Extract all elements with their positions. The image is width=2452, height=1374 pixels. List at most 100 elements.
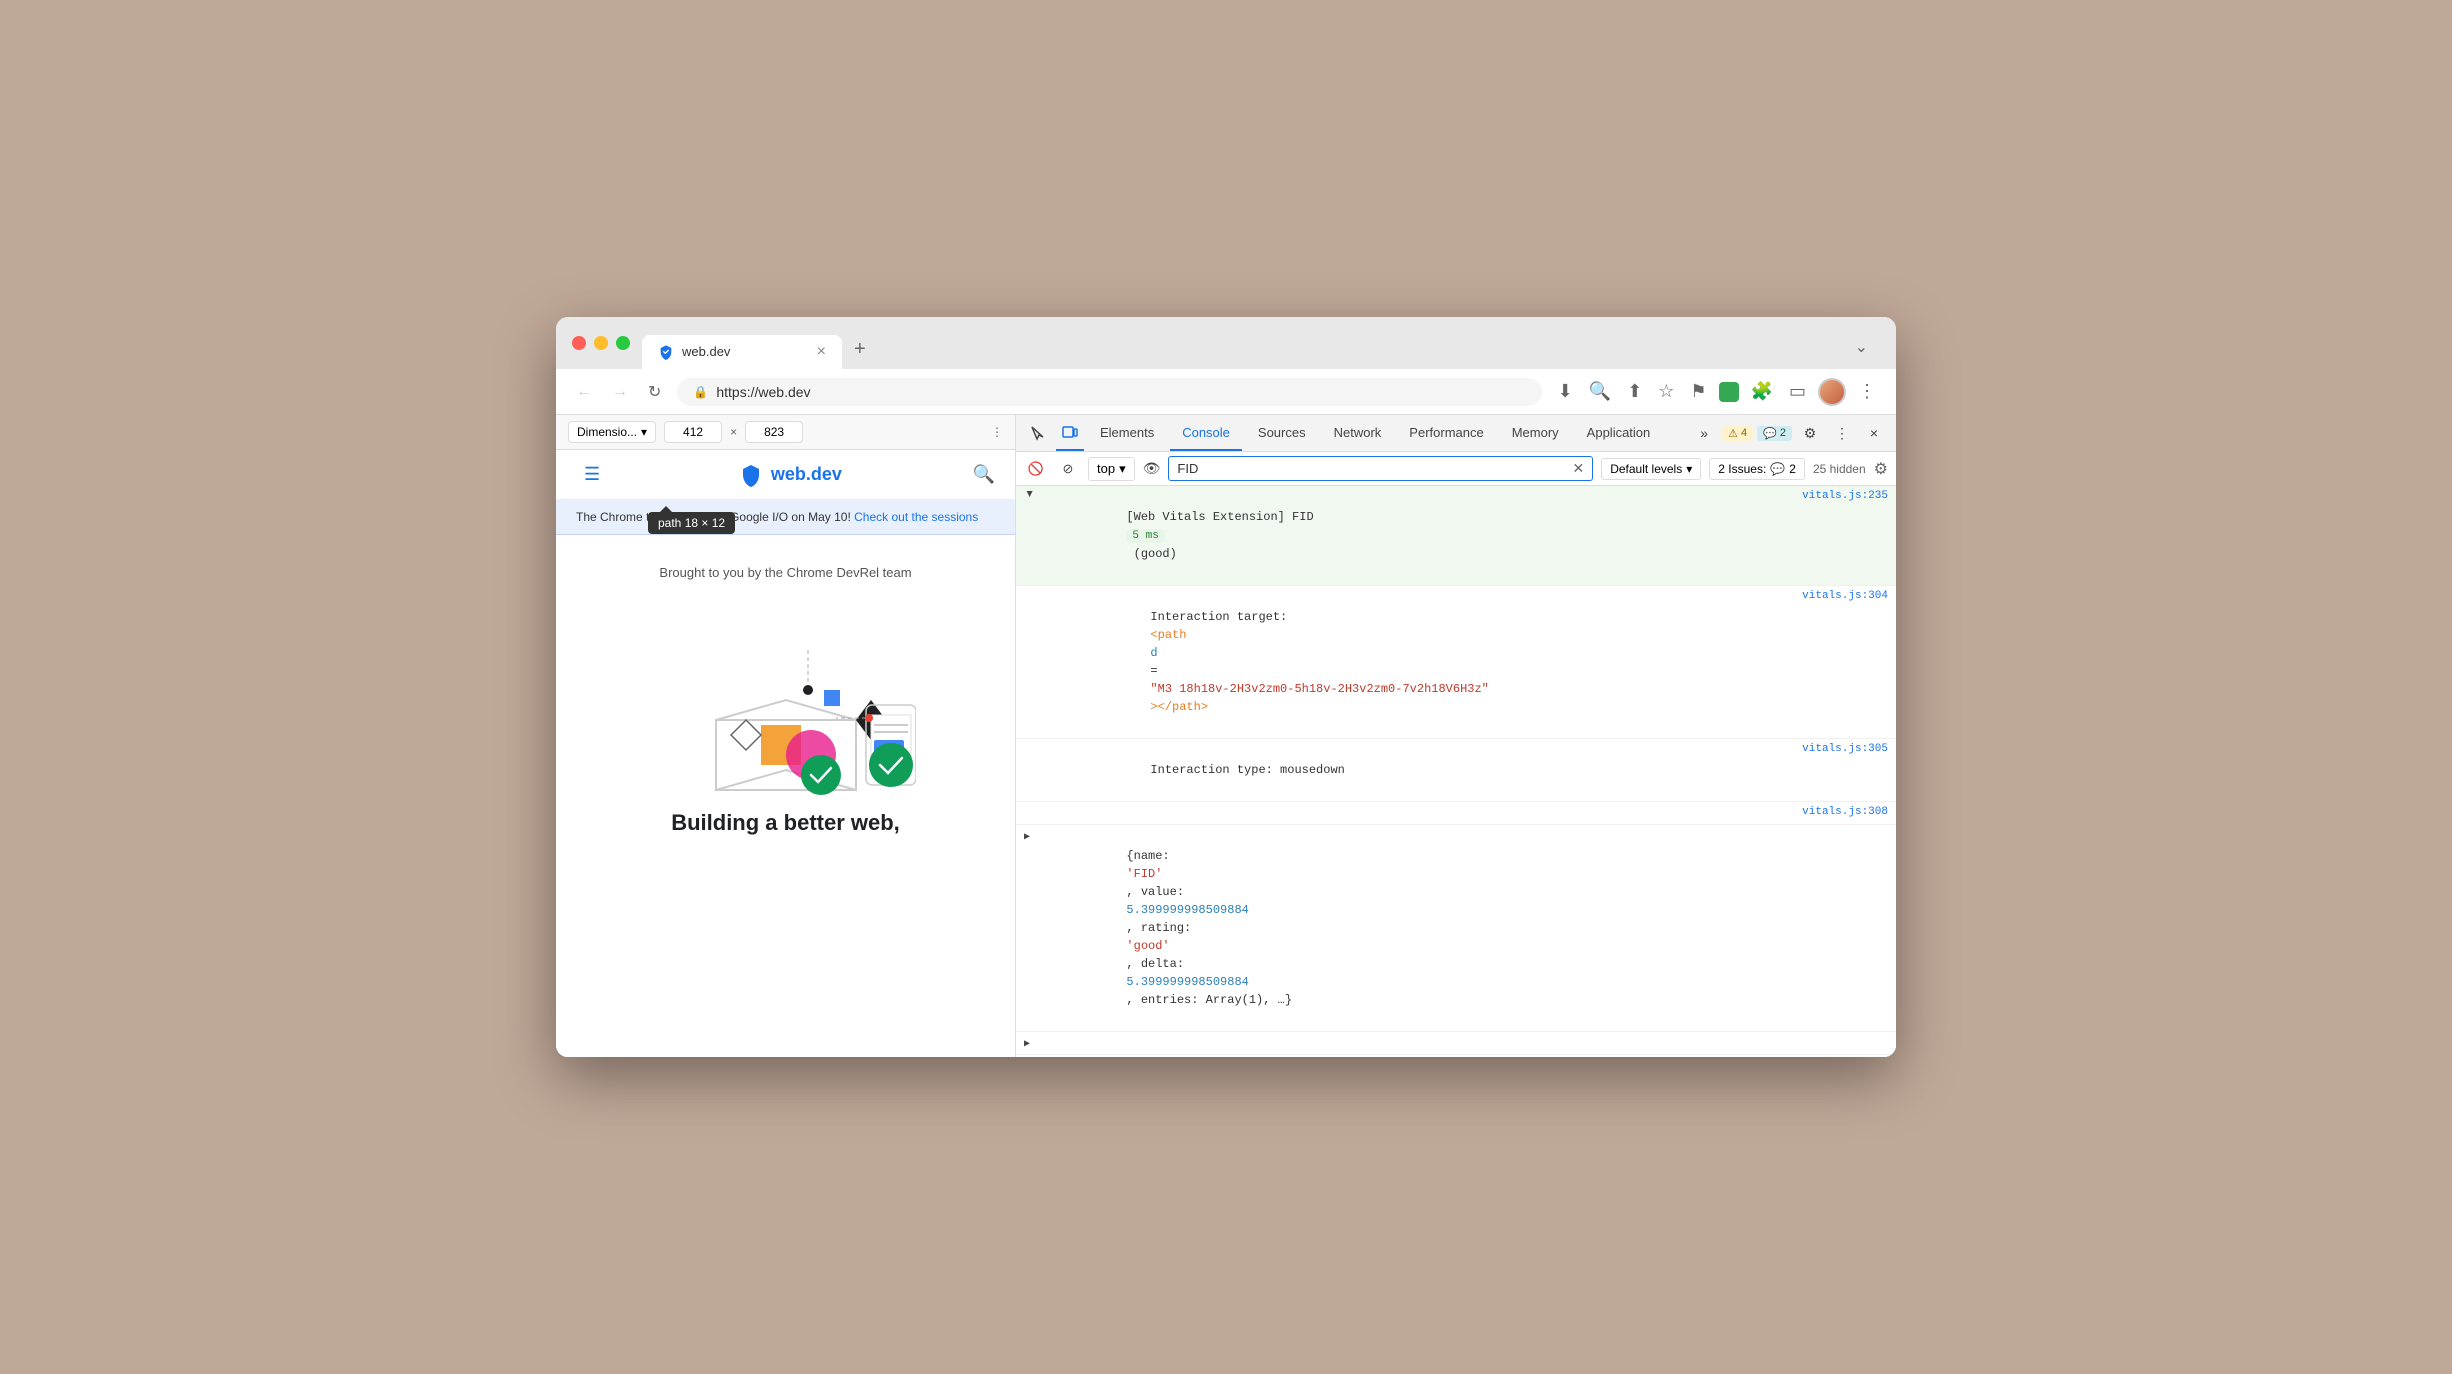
issues-badge[interactable]: 2 Issues: 💬 2 <box>1709 458 1805 480</box>
tag-open: <path <box>1150 628 1193 642</box>
tab-close-button[interactable]: × <box>817 343 826 361</box>
console-filter-toggle[interactable]: ⊘ <box>1056 457 1080 481</box>
menu-icon[interactable]: ⋮ <box>1854 377 1880 406</box>
source-link-305[interactable]: vitals.js:305 <box>1778 743 1888 755</box>
webdev-logo-text: web.dev <box>771 464 842 485</box>
download-icon[interactable]: ⬇ <box>1554 377 1577 406</box>
source-link-308[interactable]: vitals.js:308 <box>1778 806 1888 818</box>
tab-elements[interactable]: Elements <box>1088 415 1166 451</box>
hero-illustration <box>656 600 916 800</box>
obj-value-label: , value: <box>1126 885 1191 899</box>
address-bar: ← → ↻ 🔒 https://web.dev ⬇ 🔍 ⬆ ☆ ⚑ 🧩 ▭ ⋮ <box>556 369 1896 415</box>
type-label: Interaction type: mousedown <box>1150 763 1344 777</box>
devtools-more-button[interactable]: ⋮ <box>1828 415 1856 451</box>
width-input-container: 412 <box>664 421 722 443</box>
console-clear-button[interactable]: 🚫 <box>1024 457 1048 481</box>
warning-badge[interactable]: ⚠ 4 <box>1722 426 1753 441</box>
filter-input[interactable] <box>1177 461 1572 476</box>
minimize-button[interactable] <box>594 336 608 350</box>
console-output: ▶ [Web Vitals Extension] FID 5 ms (good)… <box>1016 486 1896 1057</box>
reload-button[interactable]: ↻ <box>644 378 665 406</box>
console-entry-object-text: {name: 'FID' , value: 5.399999998509884 … <box>1040 829 1888 1027</box>
chrome-notice-link[interactable]: Check out the sessions <box>854 510 978 524</box>
device-toggle-button[interactable] <box>1056 415 1084 451</box>
settings-gear-button[interactable]: ⚙ <box>1796 415 1824 451</box>
active-tab[interactable]: web.dev × <box>642 335 842 369</box>
forward-button[interactable]: → <box>608 379 632 405</box>
tag-close: ></path> <box>1150 700 1208 714</box>
back-button[interactable]: ← <box>572 379 596 405</box>
puzzle-icon[interactable]: 🧩 <box>1747 377 1777 406</box>
console-settings-button[interactable]: ⚙ <box>1874 459 1888 479</box>
hamburger-icon[interactable]: ☰ <box>584 464 600 485</box>
width-input[interactable]: 412 <box>673 425 713 439</box>
lock-icon: 🔒 <box>693 385 708 399</box>
devtools-close-button[interactable]: × <box>1860 415 1888 451</box>
context-dropdown-icon: ▾ <box>1119 461 1126 477</box>
avatar[interactable] <box>1818 378 1846 406</box>
sidebar-icon[interactable]: ▭ <box>1785 377 1810 406</box>
height-input[interactable]: 823 <box>754 425 794 439</box>
main-area: Dimensio... ▾ 412 × 823 ⋮ ☰ <box>556 415 1896 1057</box>
url-text: https://web.dev <box>716 384 810 400</box>
dimension-label: Dimensio... <box>577 425 637 439</box>
close-button[interactable] <box>572 336 586 350</box>
obj-value-num: 5.399999998509884 <box>1126 903 1248 917</box>
tab-memory[interactable]: Memory <box>1500 415 1571 451</box>
tooltip-text: path 18 × 12 <box>658 516 725 530</box>
issues-count: 2 <box>1789 462 1796 476</box>
maximize-button[interactable] <box>616 336 630 350</box>
device-toolbar: Dimensio... ▾ 412 × 823 ⋮ <box>556 415 1015 450</box>
console-filter-bar[interactable]: ✕ <box>1168 456 1593 481</box>
zoom-icon[interactable]: 🔍 <box>1585 377 1615 406</box>
console-entry-type-text: Interaction type: mousedown <box>1064 743 1774 797</box>
console-entry-type: ▶ Interaction type: mousedown vitals.js:… <box>1016 739 1896 802</box>
obj-open: {name: <box>1126 849 1176 863</box>
dimension-separator: × <box>730 425 737 439</box>
url-bar[interactable]: 🔒 https://web.dev <box>677 378 1541 406</box>
obj-name-val: 'FID' <box>1126 867 1162 881</box>
cursor-icon <box>1030 425 1046 441</box>
dimension-selector[interactable]: Dimensio... ▾ <box>568 421 656 443</box>
obj-rating-val: 'good' <box>1126 939 1169 953</box>
entry-prefix: [Web Vitals Extension] FID <box>1126 510 1320 524</box>
tab-application[interactable]: Application <box>1575 415 1663 451</box>
expand-arrow-object[interactable]: ▶ <box>1024 829 1036 843</box>
source-link-304[interactable]: vitals.js:304 <box>1778 590 1888 602</box>
device-more-button[interactable]: ⋮ <box>991 425 1003 439</box>
path-tooltip: path 18 × 12 <box>648 512 735 534</box>
tab-favicon-icon <box>658 344 674 360</box>
tab-console[interactable]: Console <box>1170 415 1242 451</box>
bookmark-icon[interactable]: ☆ <box>1654 377 1678 406</box>
source-link-235[interactable]: vitals.js:235 <box>1778 490 1888 502</box>
webdev-logo[interactable]: web.dev <box>739 463 842 487</box>
traffic-lights <box>572 336 630 362</box>
tab-performance[interactable]: Performance <box>1397 415 1495 451</box>
tab-sources[interactable]: Sources <box>1246 415 1318 451</box>
level-selector[interactable]: Default levels ▾ <box>1601 458 1701 480</box>
filter-clear-button[interactable]: ✕ <box>1572 460 1584 477</box>
obj-rating-label: , rating: <box>1126 921 1198 935</box>
more-tabs-button[interactable]: » <box>1690 415 1718 451</box>
console-prompt-input[interactable] <box>1040 1036 1888 1050</box>
nav-hint: ☰ <box>576 462 608 487</box>
context-selector[interactable]: top ▾ <box>1088 457 1135 481</box>
extension-green-icon[interactable] <box>1719 382 1739 402</box>
webpage-search-button[interactable]: 🔍 <box>973 464 995 485</box>
new-tab-button[interactable]: + <box>842 330 878 369</box>
flag-icon[interactable]: ⚑ <box>1686 377 1710 406</box>
promo-text: Brought to you by the Chrome DevRel team <box>659 565 911 580</box>
tab-title: web.dev <box>682 344 730 359</box>
expand-arrow-fid[interactable]: ▶ <box>1023 491 1037 503</box>
info-icon: 💬 <box>1763 427 1777 440</box>
share-icon[interactable]: ⬆ <box>1623 377 1646 406</box>
context-value: top <box>1097 461 1115 476</box>
chrome-notice-banner: The Chrome team is back at Google I/O on… <box>556 500 1015 535</box>
info-badge[interactable]: 💬 2 <box>1757 426 1792 441</box>
eye-button[interactable]: 👁 <box>1143 460 1161 477</box>
issues-label: 2 Issues: <box>1718 462 1766 476</box>
inspect-element-button[interactable] <box>1024 415 1052 451</box>
tab-chevron-icon[interactable]: ⌄ <box>1843 329 1880 369</box>
chrome-notice-link-text: Check out the sessions <box>854 510 978 524</box>
tab-network[interactable]: Network <box>1322 415 1394 451</box>
